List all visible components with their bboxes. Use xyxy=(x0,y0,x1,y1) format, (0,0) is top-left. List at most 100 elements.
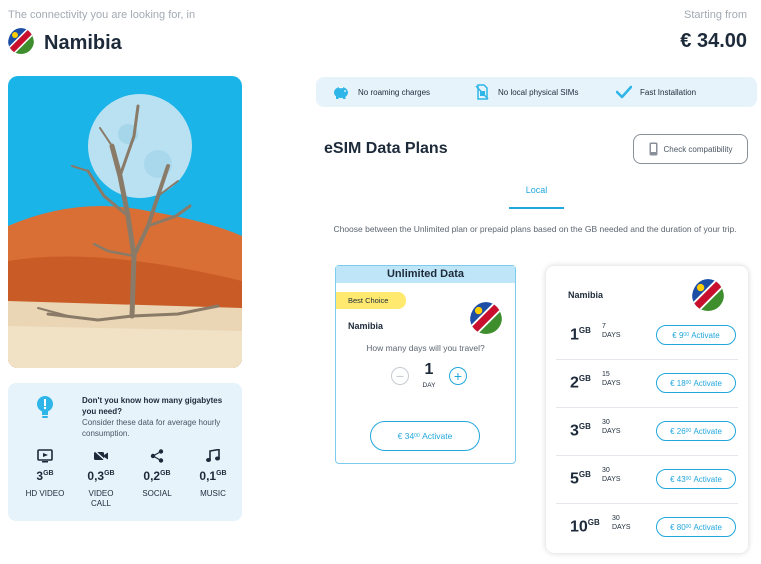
plan-gb-unit: GB xyxy=(578,470,591,479)
prepaid-plan-row: 1GB 7 DAYS € 9 00 Activate xyxy=(556,312,738,360)
check-compatibility-label: Check compatibility xyxy=(663,144,733,154)
namibia-flag-icon xyxy=(692,279,724,316)
days-question: How many days will you travel? xyxy=(366,343,485,353)
feature-label: Fast Installation xyxy=(640,87,697,97)
phone-icon xyxy=(649,142,658,156)
plan-days-unit: DAYS xyxy=(602,380,621,387)
activate-label: Activate xyxy=(691,330,720,340)
prepaid-plan-row: 5GB 30 DAYS € 43 00 Activate xyxy=(556,456,738,504)
video-icon xyxy=(37,449,53,463)
gb-label: SOCIAL xyxy=(142,489,172,498)
prepaid-plan-row: 2GB 15 DAYS € 18 00 Activate xyxy=(556,360,738,408)
starting-price: € 34.00 xyxy=(680,30,747,52)
gb-amount: 0,3 xyxy=(87,469,105,483)
tab-local-indicator xyxy=(509,207,564,209)
lightbulb-icon xyxy=(36,395,54,426)
price-main: € 9 xyxy=(672,330,684,340)
gb-unit: GB xyxy=(43,470,54,477)
activate-plan-button[interactable]: € 18 00 Activate xyxy=(656,373,736,393)
activate-plan-button[interactable]: € 80 00 Activate xyxy=(656,517,736,537)
feature-no-sim: No local physical SIMs xyxy=(474,84,578,100)
price-cents: 00 xyxy=(685,380,692,386)
share-icon xyxy=(150,449,164,463)
price-main: € 18 xyxy=(670,378,686,388)
price-cents: 00 xyxy=(414,433,420,439)
features-bar: No roaming charges No local physical SIM… xyxy=(316,77,757,107)
plan-days: 30 xyxy=(612,515,620,522)
plan-gb: 2 xyxy=(570,374,579,392)
price-cents: 00 xyxy=(685,476,692,482)
activate-label: Activate xyxy=(422,431,453,441)
plans-title: eSIM Data Plans xyxy=(324,140,448,157)
gb-guide-subtitle: Consider these data for average hourly c… xyxy=(82,418,221,438)
hero-image xyxy=(8,76,242,368)
gb-label: HD VIDEO xyxy=(25,489,65,498)
unlimited-plan-card: Unlimited Data Best Choice Namibia How m… xyxy=(335,265,516,464)
gb-unit: GB xyxy=(216,470,227,477)
feature-label: No roaming charges xyxy=(358,87,431,97)
starting-from-label: Starting from xyxy=(684,9,747,21)
gb-label: VIDEO CALL xyxy=(88,489,114,508)
activate-plan-button[interactable]: € 26 00 Activate xyxy=(656,421,736,441)
piggy-bank-icon xyxy=(334,87,348,99)
plan-days-unit: DAYS xyxy=(612,524,631,531)
price-cents: 00 xyxy=(685,524,692,530)
plan-days: 15 xyxy=(602,371,610,378)
gb-item-video: 3GB HD VIDEO xyxy=(22,449,68,509)
unlimited-activate-button[interactable]: € 34 00 Activate xyxy=(370,421,480,451)
price-main: € 34 xyxy=(397,431,415,441)
plan-gb-unit: GB xyxy=(578,422,591,431)
plan-days-unit: DAYS xyxy=(602,476,621,483)
country-heading: Namibia xyxy=(8,28,122,59)
unlimited-header: Unlimited Data xyxy=(336,266,515,283)
prepaid-plan-row: 3GB 30 DAYS € 26 00 Activate xyxy=(556,408,738,456)
check-compatibility-button[interactable]: Check compatibility xyxy=(633,134,748,164)
gb-item-video-call: 0,3GB VIDEO CALL xyxy=(78,449,124,509)
plan-gb: 10 xyxy=(570,518,588,536)
days-value: 1 xyxy=(424,361,434,378)
plan-days-unit: DAYS xyxy=(602,428,621,435)
no-sim-icon xyxy=(475,84,489,100)
activate-label: Activate xyxy=(693,474,722,484)
plan-days: 7 xyxy=(602,323,606,330)
plan-gb: 5 xyxy=(570,470,579,488)
gb-guide-card: Don't you know how many gigabytes you ne… xyxy=(8,383,242,521)
gb-guide-title: Don't you know how many gigabytes you ne… xyxy=(82,396,223,416)
plan-gb-unit: GB xyxy=(578,374,591,383)
plan-days-unit: DAYS xyxy=(602,332,621,339)
gb-amount: 0,2 xyxy=(143,469,161,483)
plan-gb-unit: GB xyxy=(578,326,591,335)
increase-days-button[interactable]: + xyxy=(449,366,467,385)
unlimited-country: Namibia xyxy=(348,321,384,331)
decrease-days-button[interactable]: − xyxy=(391,366,409,385)
activate-label: Activate xyxy=(693,426,722,436)
plan-days: 30 xyxy=(602,467,610,474)
days-unit: DAY xyxy=(422,382,436,389)
music-icon xyxy=(206,449,220,462)
gb-unit: GB xyxy=(160,470,171,477)
tab-local[interactable]: Local xyxy=(509,185,564,195)
namibia-flag-icon xyxy=(470,302,502,339)
gb-label: MUSIC xyxy=(200,489,226,498)
activate-plan-button[interactable]: € 43 00 Activate xyxy=(656,469,736,489)
prepaid-plan-row: 10GB 30 DAYS € 80 00 Activate xyxy=(556,504,738,552)
gb-amount: 0,1 xyxy=(199,469,217,483)
days-stepper: − 1 DAY + xyxy=(391,362,467,389)
best-choice-badge: Best Choice xyxy=(336,292,406,309)
gb-unit: GB xyxy=(104,470,115,477)
activate-label: Activate xyxy=(693,522,722,532)
plan-gb: 1 xyxy=(570,326,579,344)
price-main: € 43 xyxy=(670,474,686,484)
plan-days: 30 xyxy=(602,419,610,426)
namibia-flag-icon xyxy=(8,28,34,59)
activate-plan-button[interactable]: € 9 00 Activate xyxy=(656,325,736,345)
prepaid-country: Namibia xyxy=(568,290,604,300)
price-cents: 00 xyxy=(683,332,689,338)
plans-description: Choose between the Unlimited plan or pre… xyxy=(333,224,737,234)
feature-fast-install: Fast Installation xyxy=(616,85,696,99)
checkmark-icon xyxy=(616,85,632,99)
activate-label: Activate xyxy=(693,378,722,388)
plan-gb: 3 xyxy=(570,422,579,440)
price-cents: 00 xyxy=(685,428,692,434)
price-main: € 80 xyxy=(670,522,686,532)
